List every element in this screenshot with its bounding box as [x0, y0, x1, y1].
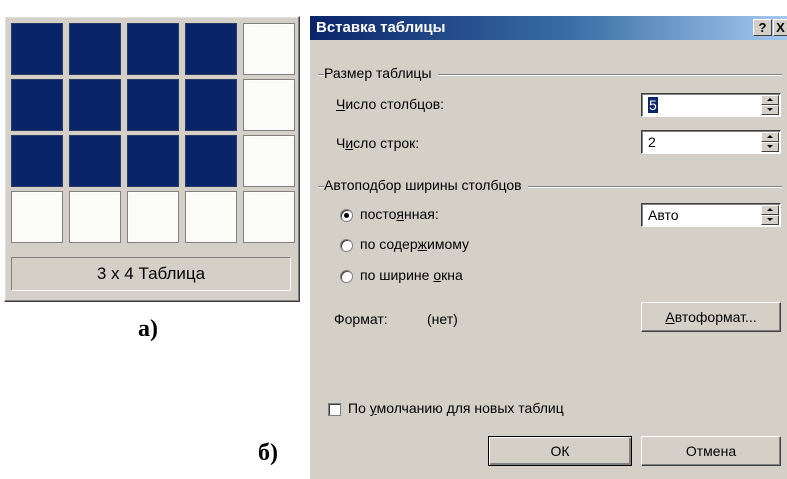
fixed-width-radio[interactable] — [340, 209, 353, 222]
grid-cell-selected[interactable] — [127, 79, 179, 131]
ok-button[interactable]: ОК — [488, 436, 632, 466]
default-for-new-tables-checkbox[interactable] — [328, 403, 341, 416]
table-grid[interactable] — [11, 23, 295, 253]
autofit-window-label: по ширине окна — [360, 267, 463, 283]
cancel-button[interactable]: Отмена — [641, 436, 781, 466]
autofit-group-title: Автоподбор ширины столбцов — [324, 177, 528, 193]
columns-up-arrow[interactable] — [761, 95, 779, 105]
table-grid-picker: 3 x 4 Таблица — [4, 16, 300, 302]
close-button[interactable]: X — [773, 19, 787, 36]
grid-cell-selected[interactable] — [127, 135, 179, 187]
format-value: (нет) — [427, 311, 458, 327]
columns-spinner[interactable]: 5 — [641, 93, 781, 117]
grid-cell[interactable] — [243, 191, 295, 243]
grid-cell-selected[interactable] — [11, 135, 63, 187]
panel-label-b: б) — [258, 440, 278, 466]
panel-label-a: а) — [138, 316, 158, 342]
fixed-up-arrow[interactable] — [761, 205, 779, 215]
grid-cell-selected[interactable] — [69, 23, 121, 75]
grid-cell[interactable] — [243, 135, 295, 187]
grid-cell[interactable] — [11, 191, 63, 243]
fixed-width-label: постоянная: — [360, 206, 439, 222]
rows-value[interactable]: 2 — [648, 134, 656, 150]
default-for-new-tables-label: По умолчанию для новых таблиц — [348, 400, 564, 416]
grid-cell[interactable] — [69, 191, 121, 243]
rows-up-arrow[interactable] — [761, 132, 779, 142]
grid-cell[interactable] — [185, 191, 237, 243]
autofit-contents-label: по содержимому — [360, 236, 470, 252]
grid-cell-selected[interactable] — [69, 135, 121, 187]
insert-table-dialog: Вставка таблицы ? X Размер таблицы Число… — [309, 16, 787, 479]
rows-spinner[interactable]: 2 — [641, 130, 781, 154]
fixed-down-arrow[interactable] — [761, 215, 779, 225]
grid-cell-selected[interactable] — [185, 79, 237, 131]
columns-down-arrow[interactable] — [761, 105, 779, 115]
grid-cell-selected[interactable] — [69, 79, 121, 131]
dialog-titlebar: Вставка таблицы — [310, 16, 787, 40]
grid-cell-selected[interactable] — [127, 23, 179, 75]
help-button[interactable]: ? — [753, 19, 772, 36]
columns-label: Число столбцов: — [336, 96, 445, 112]
fixed-width-spinner[interactable]: Авто — [641, 203, 781, 227]
format-label: Формат: — [334, 311, 388, 327]
autofit-window-radio[interactable] — [340, 270, 353, 283]
grid-cell-selected[interactable] — [11, 79, 63, 131]
rows-down-arrow[interactable] — [761, 142, 779, 152]
dialog-title: Вставка таблицы — [316, 19, 446, 36]
grid-cell-selected[interactable] — [185, 135, 237, 187]
grid-cell-selected[interactable] — [11, 23, 63, 75]
rows-label: Число строк: — [336, 135, 420, 151]
grid-cell[interactable] — [243, 79, 295, 131]
autoformat-button[interactable]: Автоформат... — [641, 302, 781, 332]
size-group-title: Размер таблицы — [324, 65, 438, 81]
fixed-width-value[interactable]: Авто — [648, 207, 679, 223]
grid-cell-selected[interactable] — [185, 23, 237, 75]
grid-size-caption: 3 x 4 Таблица — [11, 257, 291, 291]
grid-cell[interactable] — [243, 23, 295, 75]
autofit-contents-radio[interactable] — [340, 239, 353, 252]
grid-cell[interactable] — [127, 191, 179, 243]
columns-value[interactable]: 5 — [648, 97, 658, 113]
